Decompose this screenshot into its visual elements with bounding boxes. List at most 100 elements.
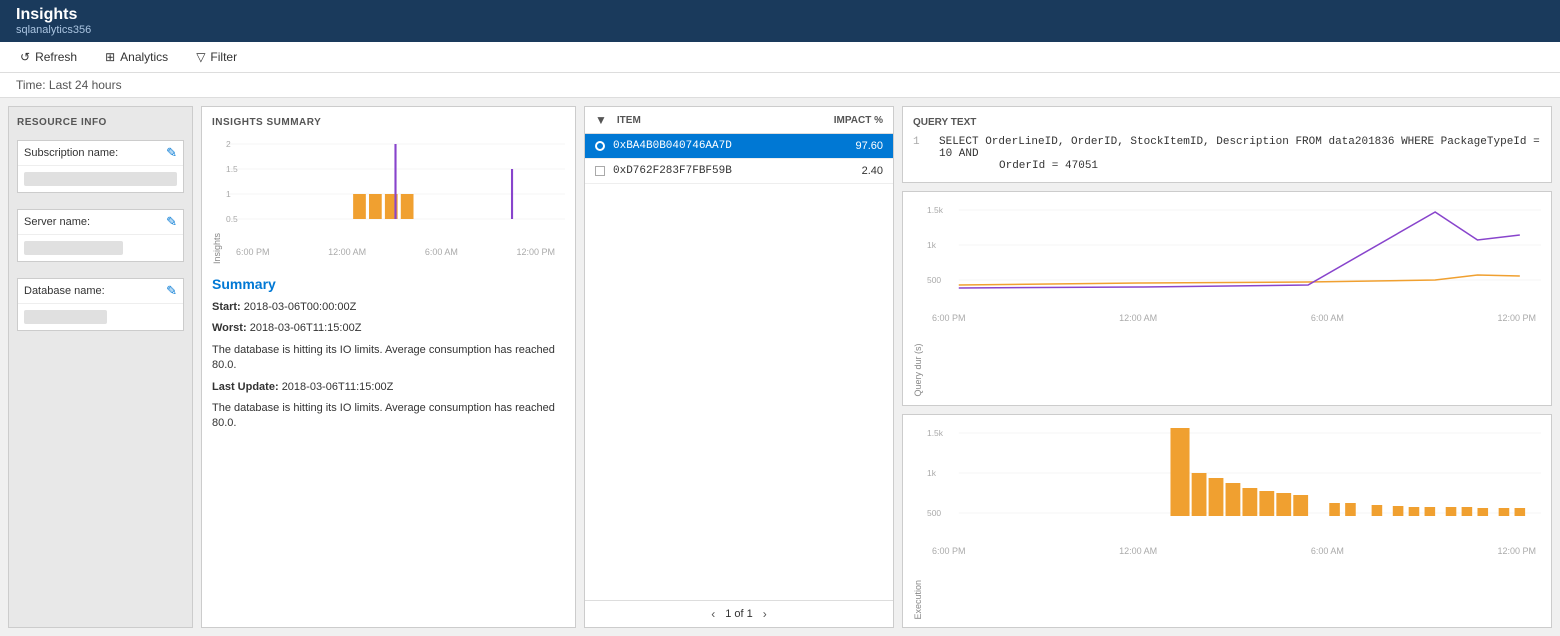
summary-desc2: The database is hitting its IO limits. A…: [212, 401, 565, 432]
row-indicator-square: [595, 166, 605, 176]
svg-text:1: 1: [226, 190, 231, 199]
svg-text:1k: 1k: [927, 241, 937, 250]
subscription-value: [24, 172, 177, 186]
qdur-x-1: 6:00 PM: [932, 313, 966, 323]
refresh-icon: ↺: [20, 50, 30, 64]
server-label: Server name:: [24, 216, 90, 228]
database-edit-icon[interactable]: ✎: [166, 283, 177, 299]
summary-start: Start: 2018-03-06T00:00:00Z: [212, 300, 565, 315]
middle-panel: INSIGHTS SUMMARY Insights 2 1.5: [201, 106, 576, 628]
app-header: Insights sqlanalytics356: [0, 0, 1560, 42]
execution-y-label: Execution: [913, 423, 923, 620]
query-lines: SELECT OrderLineID, OrderID, StockItemID…: [939, 136, 1541, 172]
items-row[interactable]: 0xD762F283F7FBF59B 2.40: [585, 159, 893, 184]
exec-x-2: 12:00 AM: [1119, 546, 1157, 556]
pagination-prev[interactable]: ‹: [711, 607, 715, 621]
server-edit-icon[interactable]: ✎: [166, 214, 177, 230]
query-line-num: 1: [913, 136, 929, 172]
query-panel-label: QUERY TEXT: [913, 117, 1541, 128]
query-line-2: OrderId = 47051: [939, 160, 1541, 172]
summary-last-update: Last Update: 2018-03-06T11:15:00Z: [212, 380, 565, 395]
refresh-label: Refresh: [35, 50, 77, 64]
server-value: [24, 241, 123, 255]
pagination-next[interactable]: ›: [763, 607, 767, 621]
insights-section-label: INSIGHTS SUMMARY: [212, 117, 565, 128]
filter-icon: ▼: [595, 113, 607, 127]
items-list: 0xBA4B0B040746AA7D 97.60 0xD762F283F7FBF…: [585, 134, 893, 600]
last-update-value: 2018-03-06T11:15:00Z: [282, 381, 394, 393]
subscription-edit-icon[interactable]: ✎: [166, 145, 177, 161]
items-col-item: ITEM: [617, 115, 803, 126]
row-name: 0xBA4B0B040746AA7D: [613, 140, 833, 152]
items-panel: ▼ ITEM IMPACT % 0xBA4B0B040746AA7D 97.60…: [584, 106, 894, 628]
query-line-1: SELECT OrderLineID, OrderID, StockItemID…: [939, 136, 1541, 160]
app-title: Insights: [16, 6, 91, 24]
database-field: Database name: ✎: [17, 278, 184, 331]
qdur-x-3: 6:00 AM: [1311, 313, 1344, 323]
execution-panel: Execution 1.5k 1k 500: [902, 414, 1552, 629]
subscription-field: Subscription name: ✎: [17, 140, 184, 193]
summary-section: Summary Start: 2018-03-06T00:00:00Z Wors…: [212, 272, 565, 442]
chart-x-label-1: 6:00 PM: [236, 247, 270, 257]
qdur-x-2: 12:00 AM: [1119, 313, 1157, 323]
exec-x-4: 12:00 PM: [1497, 546, 1536, 556]
analytics-icon: ⊞: [105, 50, 115, 64]
svg-text:2: 2: [226, 140, 231, 149]
svg-text:500: 500: [927, 509, 942, 518]
items-header: ▼ ITEM IMPACT %: [585, 107, 893, 134]
resource-panel: RESOURCE INFO Subscription name: ✎ Serve…: [8, 106, 193, 628]
execution-chart: 1.5k 1k 500: [927, 423, 1541, 620]
filter-button[interactable]: ▽ Filter: [192, 48, 241, 66]
chart-x-label-3: 6:00 AM: [425, 247, 458, 257]
right-panel: QUERY TEXT 1 SELECT OrderLineID, OrderID…: [902, 106, 1552, 628]
query-text-content: 1 SELECT OrderLineID, OrderID, StockItem…: [913, 136, 1541, 172]
filter-label: Filter: [210, 50, 237, 64]
filter-icon: ▽: [196, 50, 205, 64]
items-row[interactable]: 0xBA4B0B040746AA7D 97.60: [585, 134, 893, 159]
svg-text:1.5: 1.5: [226, 165, 238, 174]
summary-desc1: The database is hitting its IO limits. A…: [212, 343, 565, 374]
refresh-button[interactable]: ↺ Refresh: [16, 48, 81, 66]
database-label: Database name:: [24, 285, 105, 297]
resource-section-label: RESOURCE INFO: [17, 117, 184, 128]
exec-x-1: 6:00 PM: [932, 546, 966, 556]
row-impact: 97.60: [833, 140, 883, 152]
chart-x-label-4: 12:00 PM: [516, 247, 555, 257]
start-value: 2018-03-06T00:00:00Z: [244, 301, 357, 313]
insights-panel: INSIGHTS SUMMARY Insights 2 1.5: [201, 106, 576, 628]
toolbar: ↺ Refresh ⊞ Analytics ▽ Filter: [0, 42, 1560, 73]
query-panel: QUERY TEXT 1 SELECT OrderLineID, OrderID…: [902, 106, 1552, 183]
app-subtitle: sqlanalytics356: [16, 24, 91, 36]
subscription-label: Subscription name:: [24, 147, 118, 159]
row-impact: 2.40: [833, 165, 883, 177]
query-duration-chart: 1.5k 1k 500 6:00 PM 12:00 AM 6:00 AM 12:…: [927, 200, 1541, 397]
svg-text:0.5: 0.5: [226, 215, 238, 224]
worst-value: 2018-03-06T11:15:00Z: [250, 322, 362, 334]
chart-x-label-2: 12:00 AM: [328, 247, 366, 257]
items-col-impact: IMPACT %: [813, 115, 883, 126]
query-duration-y-label: Query dur (s): [913, 200, 923, 397]
svg-text:1.5k: 1.5k: [927, 206, 944, 215]
time-bar: Time: Last 24 hours: [0, 73, 1560, 98]
row-indicator: [595, 141, 605, 151]
qdur-x-4: 12:00 PM: [1497, 313, 1536, 323]
query-duration-panel: Query dur (s) 1.5k 1k 500: [902, 191, 1552, 406]
main-layout: RESOURCE INFO Subscription name: ✎ Serve…: [0, 98, 1560, 636]
svg-text:1k: 1k: [927, 469, 937, 478]
items-pagination: ‹ 1 of 1 ›: [585, 600, 893, 627]
start-label: Start:: [212, 301, 241, 313]
insights-chart: 2 1.5 1 0.5: [226, 134, 565, 244]
database-value: [24, 310, 107, 324]
last-update-label: Last Update:: [212, 381, 279, 393]
row-name: 0xD762F283F7FBF59B: [613, 165, 833, 177]
analytics-label: Analytics: [120, 50, 168, 64]
summary-title: Summary: [212, 276, 565, 292]
analytics-button[interactable]: ⊞ Analytics: [101, 48, 172, 66]
worst-label: Worst:: [212, 322, 247, 334]
svg-text:500: 500: [927, 276, 942, 285]
pagination-info: 1 of 1: [725, 608, 753, 620]
svg-text:1.5k: 1.5k: [927, 429, 944, 438]
exec-x-3: 6:00 AM: [1311, 546, 1344, 556]
insights-y-axis-label: Insights: [212, 233, 222, 264]
summary-worst: Worst: 2018-03-06T11:15:00Z: [212, 321, 565, 336]
